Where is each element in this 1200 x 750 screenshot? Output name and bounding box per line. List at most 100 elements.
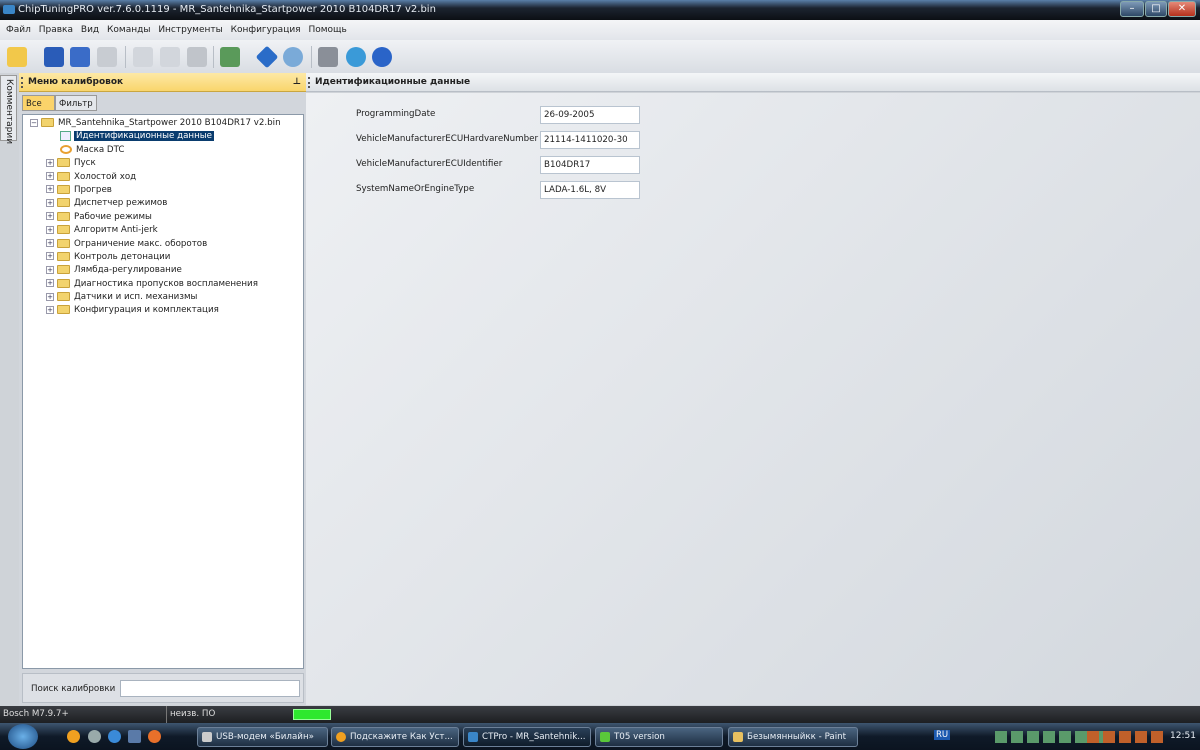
folder-icon: [57, 158, 70, 168]
panel-title: Меню калибровок: [28, 77, 124, 87]
quicklaunch-icon[interactable]: [88, 730, 101, 743]
folder-label: Лямбда-регулирование: [74, 265, 182, 276]
tools-icon[interactable]: [318, 47, 338, 67]
open-icon[interactable]: [7, 47, 27, 67]
tree-root[interactable]: − MR_Santehnika_Startpower 2010 B104DR17 …: [23, 117, 303, 130]
desktop-icon[interactable]: [128, 730, 141, 743]
programming-date-field[interactable]: 26-09-2005: [540, 106, 640, 124]
search-zoom-icon[interactable]: [283, 47, 303, 67]
content-title: Идентификационные данные: [315, 77, 471, 87]
language-indicator[interactable]: RU: [934, 730, 951, 740]
undo-icon[interactable]: [187, 47, 207, 67]
calibration-search: Поиск калибровки: [22, 673, 304, 703]
clock[interactable]: 12:51: [1170, 731, 1196, 741]
task-ctpro[interactable]: CTPro - MR_Santehnik...: [463, 727, 591, 747]
mask-icon: [60, 144, 72, 154]
folder-icon: [57, 225, 70, 235]
tree-item-dtc-mask[interactable]: Маска DTC: [23, 144, 303, 157]
expand-icon[interactable]: +: [46, 185, 54, 194]
folder-icon: [57, 211, 70, 221]
ecu-identifier-field[interactable]: B104DR17: [540, 156, 640, 174]
tree-folder[interactable]: + Прогрев: [23, 184, 303, 197]
tree-folder[interactable]: + Диспетчер режимов: [23, 197, 303, 210]
chart-icon[interactable]: [220, 47, 240, 67]
print-icon[interactable]: [97, 47, 117, 67]
identification-form: ProgrammingDate 26-09-2005 VehicleManufac…: [306, 93, 1200, 705]
panel-header: Меню калибровок ⊥: [19, 73, 306, 92]
expand-icon[interactable]: +: [46, 252, 54, 261]
task-paint[interactable]: Безымянныйкк - Paint: [728, 727, 858, 747]
copy-icon[interactable]: [133, 47, 153, 67]
tab-all[interactable]: Все: [22, 95, 55, 111]
expand-icon[interactable]: +: [46, 292, 54, 301]
folder-label: Диспетчер режимов: [74, 198, 168, 209]
expand-icon[interactable]: +: [46, 279, 54, 288]
folder-icon: [57, 265, 70, 275]
folder-label: Контроль детонации: [74, 251, 171, 262]
task-t05[interactable]: T05 version: [595, 727, 723, 747]
menu-file[interactable]: Файл: [6, 25, 31, 35]
expand-icon[interactable]: +: [46, 305, 54, 314]
save-as-icon[interactable]: [70, 47, 90, 67]
tab-filter[interactable]: Фильтр: [55, 95, 97, 111]
tree-folder[interactable]: + Диагностика пропусков воспламенения: [23, 278, 303, 291]
toolbar: [0, 40, 1200, 73]
collapse-icon[interactable]: −: [30, 118, 38, 127]
quicklaunch-icon[interactable]: [67, 730, 80, 743]
menu-configuration[interactable]: Конфигурация: [231, 25, 301, 35]
maximize-button[interactable]: □: [1145, 1, 1167, 17]
menu-tools[interactable]: Инструменты: [158, 25, 222, 35]
expand-icon[interactable]: +: [46, 265, 54, 274]
pin-icon[interactable]: ⊥: [293, 73, 301, 92]
hardware-number-field[interactable]: 21114-1411020-30: [540, 131, 640, 149]
folder-icon: [57, 198, 70, 208]
menu-view[interactable]: Вид: [81, 25, 99, 35]
menu-help[interactable]: Помощь: [308, 25, 346, 35]
tree-folder[interactable]: + Ограничение макс. оборотов: [23, 238, 303, 251]
expand-icon[interactable]: +: [46, 239, 54, 248]
engine-type-field[interactable]: LADA-1.6L, 8V: [540, 181, 640, 199]
tree-folder[interactable]: + Датчики и исп. механизмы: [23, 291, 303, 304]
field-label: VehicleManufacturerECUIdentifier: [356, 159, 503, 169]
status-bar: Bosch M7.9.7+ неизв. ПО: [0, 706, 1200, 723]
expand-icon[interactable]: +: [46, 158, 54, 167]
folder-label: Рабочие режимы: [74, 211, 152, 222]
folder-icon: [41, 118, 54, 127]
folder-icon: [57, 171, 70, 181]
task-browser[interactable]: Подскажите Как Уст...: [331, 727, 459, 747]
folder-label: Диагностика пропусков воспламенения: [74, 278, 258, 289]
tree-folder[interactable]: + Холостой ход: [23, 171, 303, 184]
field-label: VehicleManufacturerECUHardvareNumber: [356, 134, 539, 144]
start-button[interactable]: [8, 724, 38, 749]
help-icon[interactable]: [372, 47, 392, 67]
paste-icon[interactable]: [160, 47, 180, 67]
tree-folder[interactable]: + Рабочие режимы: [23, 211, 303, 224]
firefox-icon[interactable]: [148, 730, 161, 743]
folder-label: Ограничение макс. оборотов: [74, 238, 208, 249]
window-title: ChipTuningPRO ver.7.6.0.1119 - MR_Santeh…: [18, 4, 436, 15]
tree-folder[interactable]: + Контроль детонации: [23, 251, 303, 264]
expand-icon[interactable]: +: [46, 212, 54, 221]
search-input[interactable]: [120, 680, 300, 697]
info-icon[interactable]: [255, 45, 279, 69]
comments-side-tab[interactable]: Комментарии: [0, 75, 17, 144]
tree-folder[interactable]: + Алгоритм Anti-jerk: [23, 224, 303, 237]
close-button[interactable]: ✕: [1168, 1, 1196, 17]
tree-item-identification[interactable]: Идентификационные данные: [23, 130, 303, 143]
folder-icon: [57, 278, 70, 288]
expand-icon[interactable]: +: [46, 172, 54, 181]
tree-folder[interactable]: + Конфигурация и комплектация: [23, 304, 303, 317]
menu-edit[interactable]: Правка: [39, 25, 73, 35]
expand-icon[interactable]: +: [46, 225, 54, 234]
menu-commands[interactable]: Команды: [107, 25, 150, 35]
web-update-icon[interactable]: [346, 47, 366, 67]
ie-icon[interactable]: [108, 730, 121, 743]
save-icon[interactable]: [44, 47, 64, 67]
folder-icon: [57, 305, 70, 315]
tray-icons-2[interactable]: [1087, 731, 1167, 743]
expand-icon[interactable]: +: [46, 198, 54, 207]
tree-folder[interactable]: + Лямбда-регулирование: [23, 264, 303, 277]
task-usb-modem[interactable]: USB-модем «Билайн»: [197, 727, 328, 747]
minimize-button[interactable]: –: [1120, 1, 1144, 17]
tree-folder[interactable]: + Пуск: [23, 157, 303, 170]
